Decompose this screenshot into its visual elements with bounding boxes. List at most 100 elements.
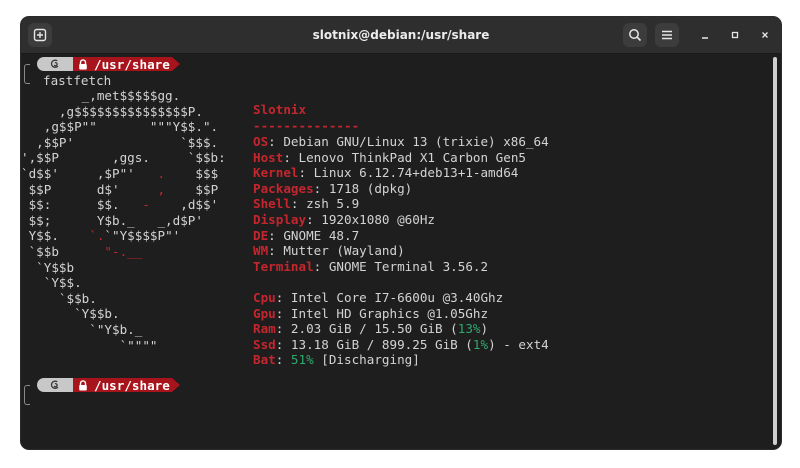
info-row: OS: Debian GNU/Linux 13 (trixie) x86_64 xyxy=(253,134,549,149)
info-key: DE xyxy=(253,227,269,243)
info-key: OS xyxy=(253,134,269,149)
info-row: Packages: 1718 (dpkg) xyxy=(253,180,413,196)
usage-percent: 13% xyxy=(457,321,481,337)
info-value: Linux 6.12.74+deb13+1-amd64 xyxy=(313,165,519,181)
logo-line: $$; Y$b._ _,d$P' xyxy=(21,213,203,229)
logo-segment: ,d$$' xyxy=(149,197,219,213)
logo-line: `$$b. xyxy=(21,291,97,307)
info-value: GNOME Terminal 3.56.2 xyxy=(328,258,489,274)
debian-os-segment xyxy=(37,57,73,71)
logo-segment: $$$ xyxy=(165,166,219,181)
logo-line: `"""" xyxy=(21,337,158,354)
new-tab-button[interactable] xyxy=(28,23,52,47)
logo-line: $$P d$' , $$P xyxy=(21,181,219,198)
logo-segment: _,met$$$$$gg. xyxy=(21,88,181,103)
info-row: DE: GNOME 48.7 xyxy=(253,227,360,243)
logo-line: $$: $$. - ,d$$' xyxy=(21,197,219,213)
info-separator: -------------- xyxy=(253,118,360,133)
logo-line: `Y$$b xyxy=(21,260,74,276)
search-button[interactable] xyxy=(623,23,647,47)
logo-segment: ',$$P ,ggs. `$$b: xyxy=(21,150,226,166)
debian-swirl-icon xyxy=(50,380,59,390)
info-row: Terminal: GNOME Terminal 3.56.2 xyxy=(253,258,489,274)
logo-segment: ,g$$P"" """Y$$.". xyxy=(21,119,219,135)
minimize-button[interactable] xyxy=(693,23,717,47)
info-row: WM: Mutter (Wayland) xyxy=(253,243,405,259)
menu-button[interactable] xyxy=(655,23,679,47)
logo-segment: `"Y$b._ xyxy=(21,322,143,337)
maximize-button[interactable] xyxy=(723,23,747,47)
hardware-value-suffix: ) xyxy=(480,321,489,337)
info-key: Display xyxy=(253,212,307,227)
logo-segment: Y$$. xyxy=(21,228,90,244)
info-row: Shell: zsh 5.9 xyxy=(253,196,360,212)
logo-segment: "-.__ xyxy=(104,244,143,259)
logo-line: `"Y$b._ xyxy=(21,322,142,338)
logo-segment: $$; Y$b._ _,d$P' xyxy=(21,212,203,228)
hardware-value: Intel HD Graphics @1.05Ghz xyxy=(290,305,489,321)
logo-segment: `"""" xyxy=(21,337,158,353)
prompt-path-segment: /usr/share xyxy=(73,377,172,393)
logo-segment: $$: $$. xyxy=(21,197,143,213)
scrollbar[interactable] xyxy=(773,57,777,445)
lock-icon xyxy=(79,58,87,69)
logo-segment: ,$$P' `$$$. xyxy=(21,134,219,150)
info-row: Host: Lenovo ThinkPad X1 Carbon Gen5 xyxy=(253,149,526,165)
logo-segment: $$P d$' xyxy=(21,181,158,197)
hardware-value: 13.18 GiB / 899.25 GiB ( xyxy=(290,336,473,352)
info-key: Terminal xyxy=(253,258,314,274)
hardware-key: Gpu xyxy=(253,305,276,321)
hardware-row: Ssd: 13.18 GiB / 899.25 GiB (1%) - ext4 xyxy=(253,336,549,352)
hardware-key: Bat xyxy=(253,352,276,368)
logo-segment: `$$b xyxy=(21,244,105,259)
info-key: WM xyxy=(253,243,269,259)
hardware-row: Bat: 51% [Discharging] xyxy=(253,352,420,368)
logo-segment: - xyxy=(142,197,150,213)
logo-segment: , xyxy=(157,181,166,197)
terminal-output[interactable]: /usr/share fastfetch _,met$$$$$gg. ,g$$$… xyxy=(21,54,771,449)
logo-line: ',$$P ,ggs. `$$b: xyxy=(21,150,226,166)
debian-swirl-icon xyxy=(50,59,59,69)
minimize-icon xyxy=(702,37,708,39)
hardware-key: Ssd xyxy=(253,336,276,352)
close-icon xyxy=(762,32,768,38)
hardware-row: Ram: 2.03 GiB / 15.50 GiB (13%) xyxy=(253,321,489,337)
prompt-path: /usr/share xyxy=(94,56,170,72)
logo-segment: ,g$$$$$$$$$$$$$$$P. xyxy=(21,103,203,119)
debian-os-segment xyxy=(37,378,73,392)
new-tab-icon xyxy=(33,28,47,42)
logo-line: ,g$$$$$$$$$$$$$$$P. xyxy=(21,104,203,120)
shell-prompt: /usr/share xyxy=(37,56,180,72)
hamburger-menu-icon xyxy=(662,30,672,40)
logo-segment: `"Y$$$$P"' xyxy=(104,228,181,244)
info-key: Shell xyxy=(253,196,291,212)
info-value: 1718 (dpkg) xyxy=(328,180,413,196)
command-line: fastfetch xyxy=(43,73,112,88)
logo-segment: `. xyxy=(89,228,105,244)
hardware-row: Gpu: Intel HD Graphics @1.05Ghz xyxy=(253,305,489,321)
logo-segment: `Y$$b. xyxy=(21,306,120,322)
logo-line: Y$$. `.`"Y$$$$P"' xyxy=(21,228,181,244)
logo-segment: `Y$$b xyxy=(21,259,75,275)
lock-icon xyxy=(79,379,87,390)
info-row: Kernel: Linux 6.12.74+deb13+1-amd64 xyxy=(253,165,519,181)
logo-line: ,g$$P"" """Y$$.". xyxy=(21,119,218,135)
logo-line: `$$b "-.__ xyxy=(21,244,143,260)
logo-line: _,met$$$$$gg. xyxy=(21,88,181,104)
info-value: 1920x1080 @60Hz xyxy=(321,212,435,227)
logo-segment: $$P xyxy=(165,181,219,197)
hardware-value-suffix: [Discharging] xyxy=(313,352,420,368)
maximize-icon xyxy=(731,31,739,39)
prompt-path: /usr/share xyxy=(94,377,170,393)
shell-prompt: /usr/share xyxy=(37,377,180,393)
close-button[interactable] xyxy=(753,23,777,47)
info-value: Debian GNU/Linux 13 (trixie) x86_64 xyxy=(283,134,549,149)
usage-percent: 51% xyxy=(290,352,314,368)
info-value: Lenovo ThinkPad X1 Carbon Gen5 xyxy=(298,149,526,165)
info-key: Packages xyxy=(253,180,314,196)
usage-percent: 1% xyxy=(472,336,489,352)
logo-line: `d$$' ,$P"' . $$$ xyxy=(21,166,218,182)
info-value: Mutter (Wayland) xyxy=(283,243,405,259)
prompt-connector xyxy=(24,385,30,405)
logo-line: `Y$$. xyxy=(21,275,82,291)
